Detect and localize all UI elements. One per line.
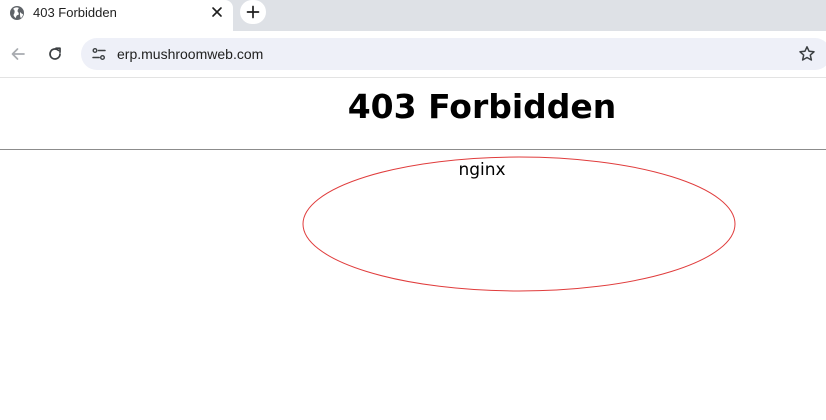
back-button[interactable] <box>6 42 30 66</box>
tab-strip: 403 Forbidden <box>0 0 826 31</box>
browser-window: 403 Forbidden erp.mushroomweb.com 403 Fo… <box>0 0 826 420</box>
reload-button[interactable] <box>43 42 67 66</box>
star-icon[interactable] <box>797 44 817 64</box>
globe-icon <box>9 5 25 21</box>
tab-active[interactable]: 403 Forbidden <box>0 0 233 31</box>
server-name: nginx <box>458 160 506 180</box>
horizontal-rule <box>0 149 826 150</box>
url-text[interactable]: erp.mushroomweb.com <box>117 45 263 63</box>
arrow-left-icon <box>10 46 26 62</box>
page-title: 403 Forbidden <box>347 87 617 126</box>
new-tab-button[interactable] <box>240 0 266 24</box>
browser-toolbar: erp.mushroomweb.com <box>0 31 826 77</box>
tune-icon[interactable] <box>89 44 109 64</box>
close-icon[interactable] <box>208 3 226 21</box>
reload-icon <box>47 46 63 62</box>
tab-title: 403 Forbidden <box>33 5 117 20</box>
plus-icon <box>246 5 260 19</box>
address-bar[interactable]: erp.mushroomweb.com <box>81 38 826 70</box>
page-content: 403 Forbidden nginx <box>0 78 826 420</box>
